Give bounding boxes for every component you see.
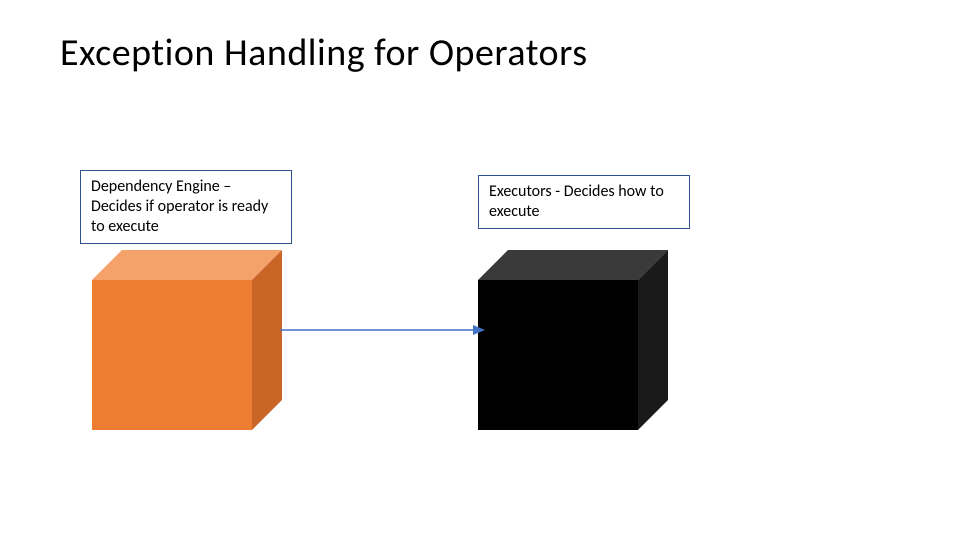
cube-top-face: [478, 250, 668, 280]
flow-arrow-icon: [280, 320, 485, 340]
cube-side-face: [638, 250, 668, 430]
slide: Exception Handling for Operators Depende…: [0, 0, 960, 540]
arrow-head-icon: [473, 325, 485, 335]
dependency-engine-cube: [92, 250, 292, 440]
cube-side-face: [252, 250, 282, 430]
executors-cube: [478, 250, 678, 440]
cube-front-face: [478, 280, 638, 430]
slide-title: Exception Handling for Operators: [60, 30, 588, 76]
cube-top-face: [92, 250, 282, 280]
dependency-engine-label: Dependency Engine – Decides if operator …: [80, 170, 292, 244]
cube-front-face: [92, 280, 252, 430]
executors-label: Executors - Decides how to execute: [478, 175, 690, 229]
